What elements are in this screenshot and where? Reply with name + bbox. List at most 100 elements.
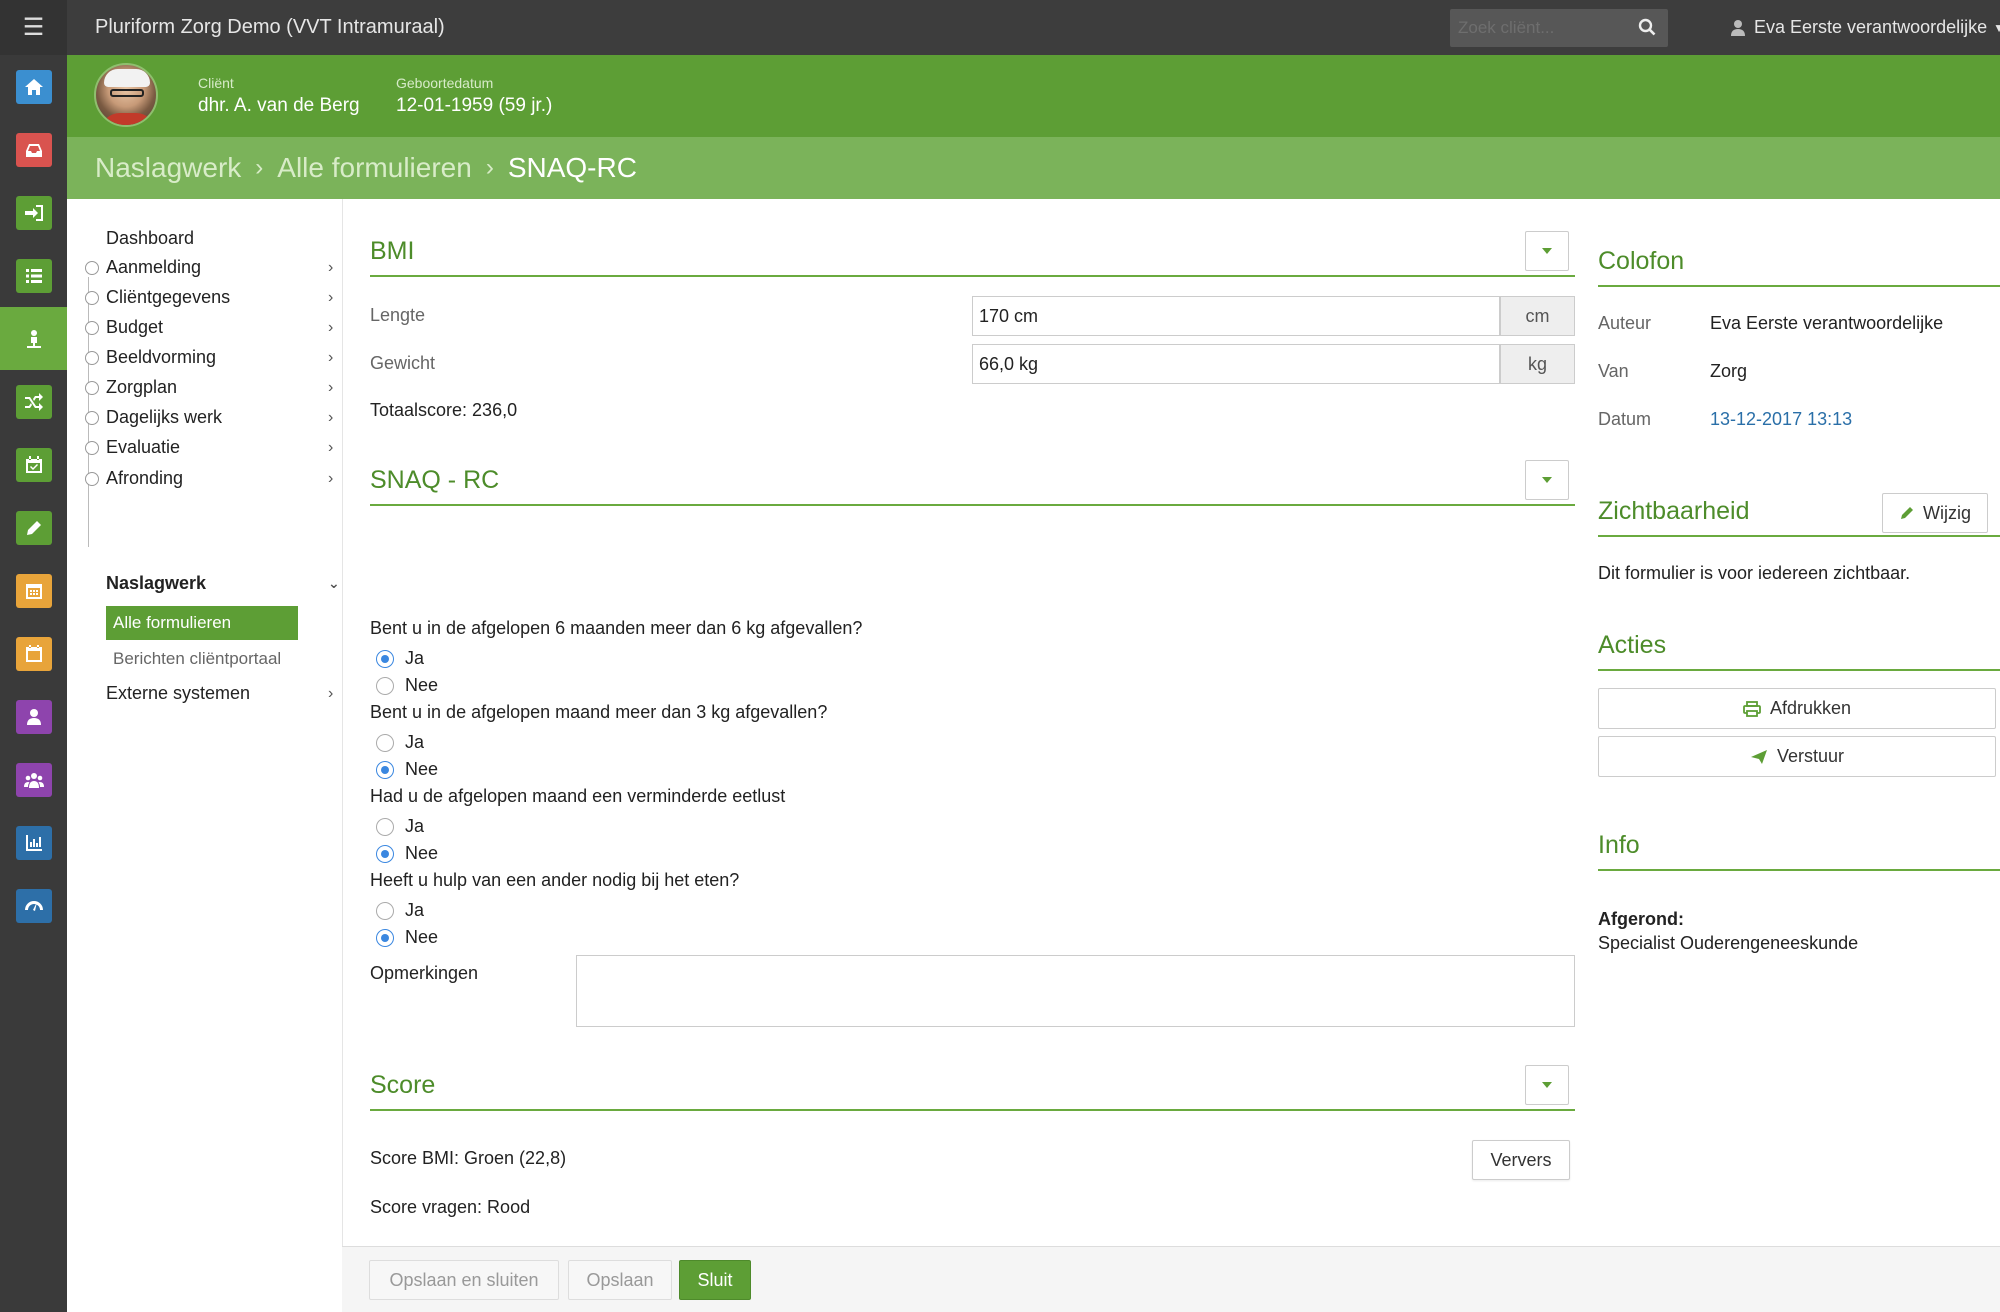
nav-item-7[interactable]: Afronding › — [85, 468, 366, 489]
nav-item-2[interactable]: Budget › — [85, 317, 366, 338]
nav-externe-systemen[interactable]: Externe systemen › — [106, 683, 366, 704]
remarks-textarea[interactable] — [576, 955, 1575, 1027]
chevron-right-icon: › — [328, 408, 334, 426]
search-icon[interactable] — [1638, 18, 1656, 36]
length-input[interactable]: 170 cm — [972, 296, 1500, 336]
users-icon — [15, 762, 52, 797]
colofon-title: Colofon — [1598, 247, 1685, 275]
dob-value: 12-01-1959 (59 jr.) — [396, 95, 553, 116]
nav-sub-berichten-label: Berichten cliëntportaal — [113, 649, 282, 668]
bmi-section-header: BMI — [370, 229, 1575, 277]
breadcrumb-naslagwerk[interactable]: Naslagwerk — [95, 152, 241, 184]
date-value[interactable]: 13-12-2017 13:13 — [1710, 409, 1852, 430]
edit-visibility-label: Wijzig — [1923, 502, 1971, 523]
form-main: BMI Lengte 170 cm cm Gewicht 66,0 kg kg … — [342, 199, 1575, 1246]
question-text: Bent u in de afgelopen 6 maanden meer da… — [370, 618, 863, 638]
radio-button[interactable] — [376, 844, 394, 863]
sidebar-nav-calendar-check[interactable] — [0, 433, 67, 496]
nav-item-6[interactable]: Evaluatie › — [85, 437, 366, 458]
inbox-icon — [15, 132, 52, 167]
chevron-right-icon: › — [328, 348, 334, 366]
radio-option-yes[interactable]: Ja — [376, 816, 424, 837]
score-collapse-button[interactable] — [1525, 1065, 1569, 1105]
nav-item-5[interactable]: Dagelijks werk › — [85, 407, 366, 428]
snaq-title: SNAQ - RC — [370, 466, 500, 494]
nav-step-circle — [85, 380, 99, 395]
weight-input[interactable]: 66,0 kg — [972, 344, 1500, 384]
nav-sub-alle-formulieren[interactable]: Alle formulieren — [106, 606, 298, 640]
client-search-input[interactable] — [1450, 18, 1625, 38]
nav-dashboard[interactable]: Dashboard — [106, 228, 366, 249]
sidebar-nav-client[interactable] — [0, 307, 67, 370]
info-header: Info — [1598, 823, 2000, 871]
user-menu[interactable]: Eva Eerste verantwoordelijke ▼ — [1730, 0, 2000, 55]
radio-option-no[interactable]: Nee — [376, 843, 438, 864]
radio-button[interactable] — [376, 649, 394, 668]
sidebar-nav-sign-in[interactable] — [0, 181, 67, 244]
sidebar-nav-inbox[interactable] — [0, 118, 67, 181]
nav-item-label: Dagelijks werk — [106, 407, 223, 427]
hamburger-menu-icon[interactable]: ☰ — [0, 0, 67, 55]
snaq-collapse-button[interactable] — [1525, 460, 1569, 500]
save-button[interactable]: Opslaan — [568, 1260, 672, 1300]
print-label: Afdrukken — [1769, 698, 1852, 718]
nav-naslagwerk[interactable]: Naslagwerk ⌄ — [106, 573, 366, 594]
chevron-right-icon: › — [328, 469, 334, 487]
send-button[interactable]: Verstuur — [1598, 736, 1996, 777]
bmi-collapse-button[interactable] — [1525, 231, 1569, 271]
nav-item-0[interactable]: Aanmelding › — [85, 257, 366, 278]
radio-label: Nee — [405, 675, 439, 695]
sidebar-nav-calendar[interactable] — [0, 622, 67, 685]
nav-item-label: Budget — [106, 317, 164, 337]
radio-option-yes[interactable]: Ja — [376, 648, 424, 669]
sidebar-nav-users[interactable] — [0, 748, 67, 811]
client-avatar — [94, 63, 158, 127]
refresh-button[interactable]: Ververs — [1472, 1140, 1570, 1180]
sidebar-nav-shuffle[interactable] — [0, 370, 67, 433]
radio-button[interactable] — [376, 676, 394, 695]
sidebar-nav-pencil[interactable] — [0, 496, 67, 559]
nav-item-3[interactable]: Beeldvorming › — [85, 347, 366, 368]
nav-item-1[interactable]: Cliëntgegevens › — [85, 287, 366, 308]
date-label: Datum — [1598, 409, 1652, 429]
question-text: Had u de afgelopen maand een verminderde… — [370, 786, 786, 806]
sidebar-nav-dashboard[interactable] — [0, 874, 67, 937]
radio-option-yes[interactable]: Ja — [376, 900, 424, 921]
info-label: Afgerond: — [1598, 909, 1684, 929]
author-label: Auteur — [1598, 313, 1652, 333]
chevron-right-icon: › — [328, 684, 334, 702]
nav-sub-berichten[interactable]: Berichten cliëntportaal — [106, 642, 298, 676]
radio-button[interactable] — [376, 901, 394, 920]
close-button[interactable]: Sluit — [679, 1260, 751, 1300]
colofon-header: Colofon — [1598, 239, 2000, 287]
sidebar-nav-bar-chart[interactable] — [0, 811, 67, 874]
nav-step-circle — [85, 440, 99, 455]
radio-option-no[interactable]: Nee — [376, 675, 438, 696]
question-text: Bent u in de afgelopen maand meer dan 3 … — [370, 702, 828, 722]
breadcrumb-alle-formulieren[interactable]: Alle formulieren — [277, 152, 472, 184]
save-and-close-button[interactable]: Opslaan en sluiten — [369, 1260, 559, 1300]
actions-header: Acties — [1598, 623, 2000, 671]
radio-button[interactable] — [376, 928, 394, 947]
sidebar-nav-user[interactable] — [0, 685, 67, 748]
nav-item-4[interactable]: Zorgplan › — [85, 377, 366, 398]
radio-option-no[interactable]: Nee — [376, 759, 438, 780]
patient-header: Cliënt dhr. A. van de Berg Geboortedatum… — [67, 55, 2000, 137]
chevron-right-icon: › — [328, 318, 334, 336]
print-button[interactable]: Afdrukken — [1598, 688, 1996, 729]
chevron-right-icon: › — [328, 378, 334, 396]
edit-visibility-button[interactable]: Wijzig — [1882, 493, 1988, 533]
caret-down-icon — [1542, 248, 1552, 254]
sidebar-nav-list[interactable] — [0, 244, 67, 307]
radio-button[interactable] — [376, 817, 394, 836]
radio-option-yes[interactable]: Ja — [376, 732, 424, 753]
sidebar-nav-home[interactable] — [0, 55, 67, 118]
radio-button[interactable] — [376, 760, 394, 779]
nav-item-label: Evaluatie — [106, 437, 181, 457]
radio-option-no[interactable]: Nee — [376, 927, 438, 948]
nav-step-circle — [85, 471, 99, 486]
sidebar-nav-calendar-grid[interactable] — [0, 559, 67, 622]
bmi-total-score: Totaalscore: 236,0 — [370, 400, 518, 420]
caret-down-icon: ▼ — [1993, 20, 2000, 35]
radio-button[interactable] — [376, 733, 394, 752]
